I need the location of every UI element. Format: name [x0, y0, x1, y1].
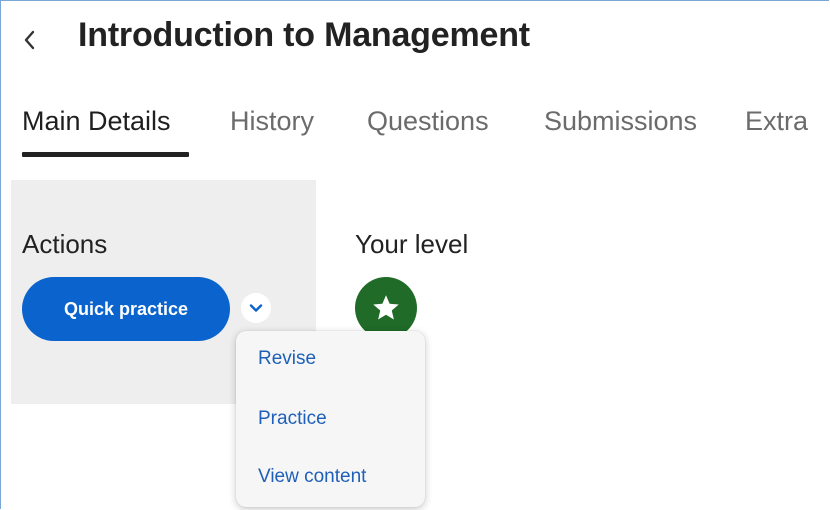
your-level-heading: Your level: [355, 229, 469, 259]
quick-practice-button[interactable]: Quick practice: [22, 277, 230, 341]
tab-questions[interactable]: Questions: [367, 106, 489, 149]
tab-submissions[interactable]: Submissions: [544, 106, 697, 149]
page-title: Introduction to Management: [78, 16, 530, 54]
menu-item-revise[interactable]: Revise: [258, 348, 316, 370]
menu-item-practice[interactable]: Practice: [258, 408, 327, 430]
tab-extra[interactable]: Extra: [745, 106, 808, 149]
tab-history[interactable]: History: [230, 106, 314, 149]
active-tab-indicator: [22, 152, 189, 157]
actions-dropdown-menu: Revise Practice View content: [236, 331, 425, 507]
actions-dropdown-toggle[interactable]: [241, 293, 271, 323]
back-button[interactable]: [14, 22, 44, 58]
chevron-down-icon: [249, 304, 263, 312]
star-icon: [373, 295, 399, 320]
actions-heading: Actions: [22, 229, 108, 259]
menu-item-view-content[interactable]: View content: [258, 466, 366, 488]
tab-main-details[interactable]: Main Details: [22, 106, 171, 149]
chevron-left-icon: [24, 30, 35, 50]
page-header: Introduction to Management: [0, 0, 830, 90]
level-badge: [355, 277, 417, 339]
